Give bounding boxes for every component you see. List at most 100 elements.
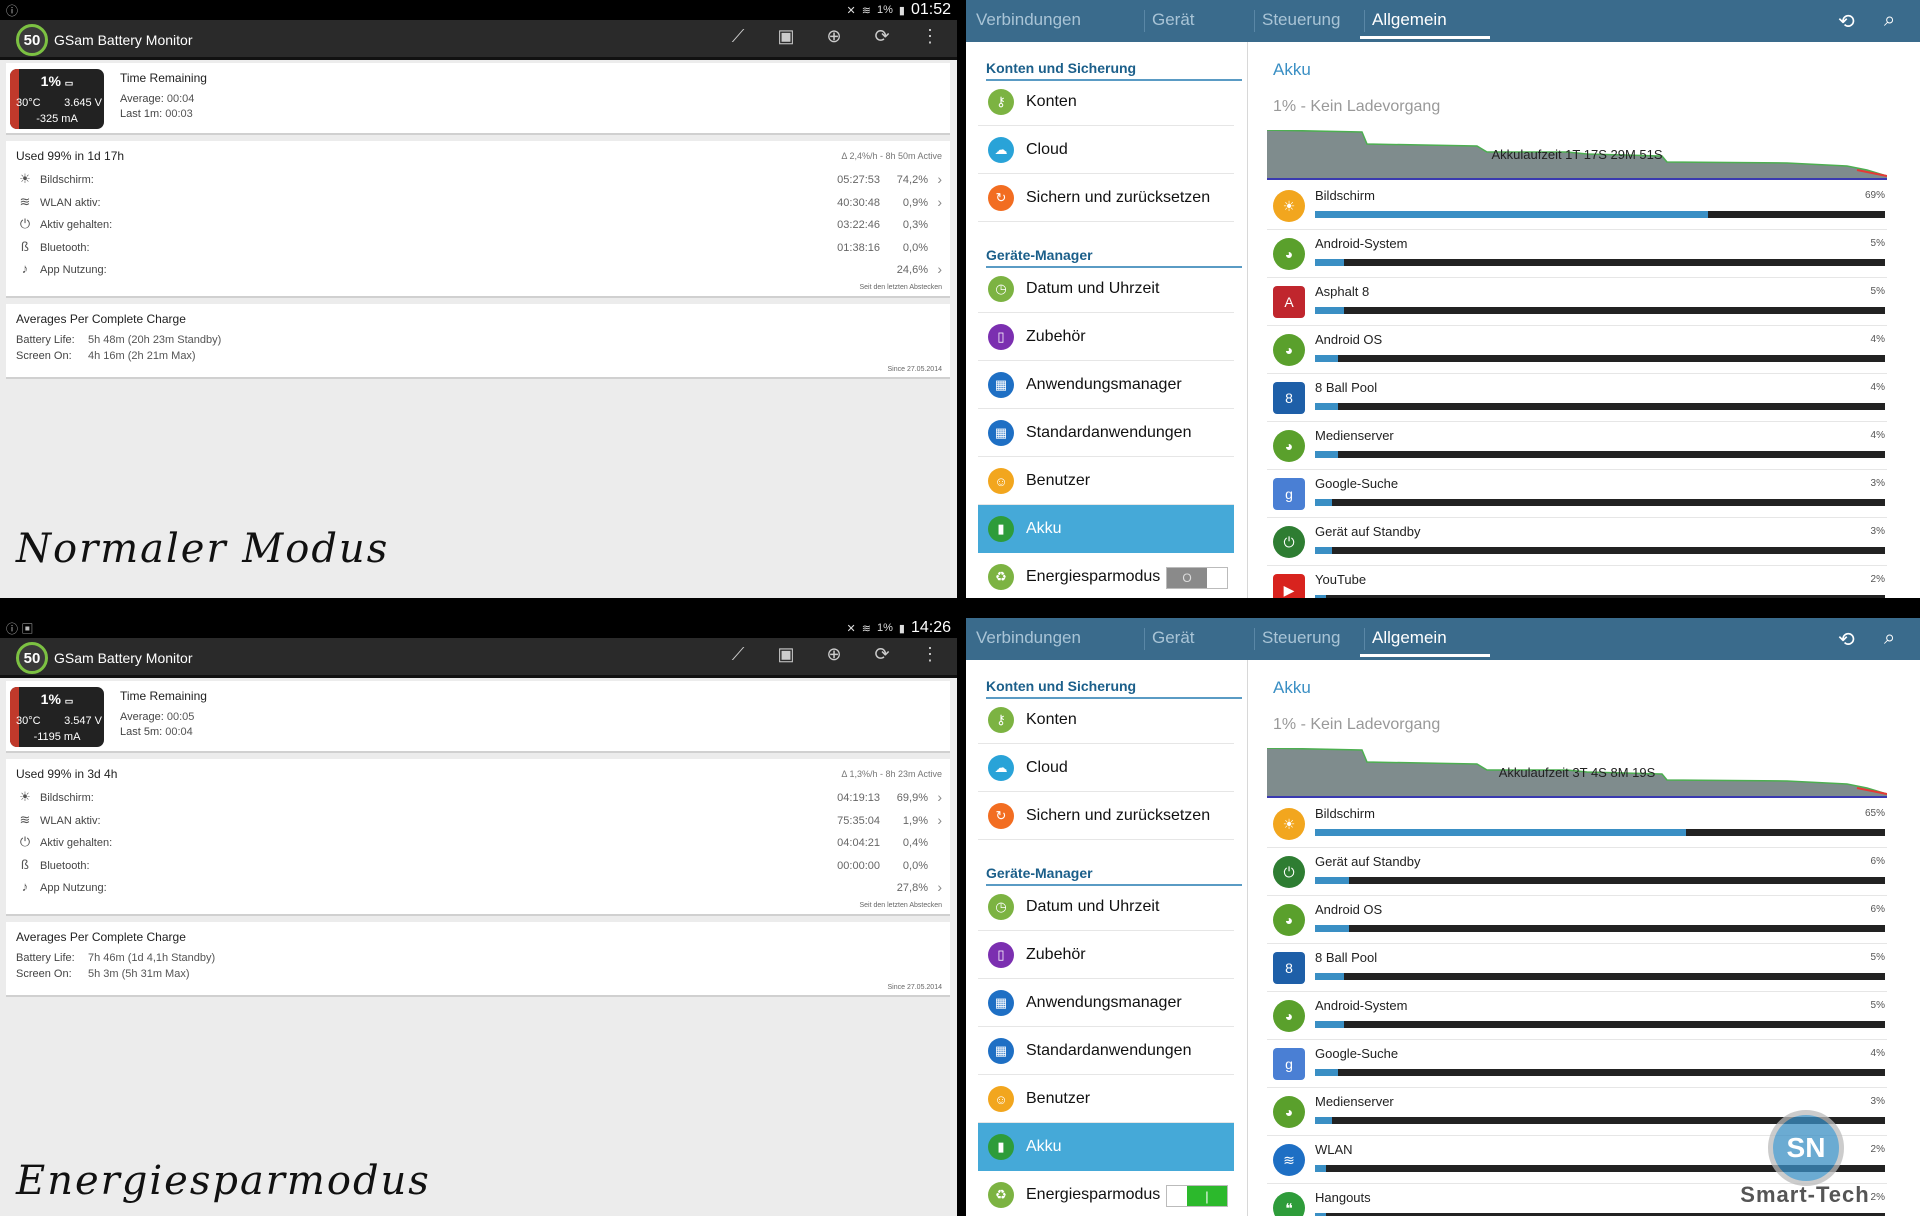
menu-item-cloud[interactable]: ☁ Cloud [978, 126, 1234, 174]
add-icon[interactable]: ⊕ [823, 644, 845, 665]
mode-label: Normaler Modus [16, 526, 390, 572]
energy-saving-toggle[interactable]: | [1166, 1185, 1228, 1207]
time-remaining-card[interactable]: 1% ▭ 30°C 3.547 V -1195 mA Time Remainin… [6, 681, 950, 753]
menu-item-standardanwendungen[interactable]: ▦ Standardanwendungen [978, 409, 1234, 457]
menu-item-sichern-und-zur-cksetzen[interactable]: ↻ Sichern und zurücksetzen [978, 792, 1234, 840]
app-usage-row[interactable]: ⏻ Gerät auf Standby 6% [1267, 848, 1887, 896]
chevron-right-icon[interactable]: › [937, 879, 942, 895]
toggle-knob: O [1167, 568, 1207, 588]
menu-item-benutzer[interactable]: ☺ Benutzer [978, 457, 1234, 505]
app-logo[interactable]: 50 [16, 24, 48, 56]
app-usage-row[interactable]: ◕ Medienserver 4% [1267, 422, 1887, 470]
menu-item-benutzer[interactable]: ☺ Benutzer [978, 1075, 1234, 1123]
refresh-icon[interactable]: ⟳ [871, 26, 893, 47]
usage-row[interactable]: ≋ WLAN aktiv: 40:30:48 0,9% › [14, 193, 944, 213]
app-usage-row[interactable]: ⏻ Gerät auf Standby 3% [1267, 518, 1887, 566]
menu-item-label: Konten [1026, 93, 1077, 110]
menu-item-datum-und-uhrzeit[interactable]: ◷ Datum und Uhrzeit [978, 883, 1234, 931]
app-usage-row[interactable]: ▶ YouTube 2% [1267, 566, 1887, 598]
tab-allgemein[interactable]: Allgemein [1372, 10, 1447, 30]
tab-steuerung[interactable]: Steuerung [1262, 10, 1340, 30]
menu-item-konten[interactable]: ⚷ Konten [978, 78, 1234, 126]
chevron-right-icon[interactable]: › [937, 194, 942, 210]
brush-icon[interactable]: ⟋ [727, 644, 749, 665]
menu-item-cloud[interactable]: ☁ Cloud [978, 744, 1234, 792]
menu-item-datum-und-uhrzeit[interactable]: ◷ Datum und Uhrzeit [978, 265, 1234, 313]
menu-item-energiesparmodus[interactable]: ♻ Energiesparmodus | [978, 1171, 1234, 1216]
tab-gert[interactable]: Gerät [1152, 10, 1195, 30]
image-icon[interactable]: ▣ [775, 644, 797, 665]
tab-allgemein[interactable]: Allgemein [1372, 628, 1447, 648]
menu-item-sichern-und-zur-cksetzen[interactable]: ↻ Sichern und zurücksetzen [978, 174, 1234, 222]
settings-app: Verbindungen Gerät Steuerung Allgemein ⟲ ⌕ … [966, 0, 1920, 598]
search-icon[interactable]: ⌕ [1884, 9, 1895, 32]
usage-label: WLAN aktiv: [40, 814, 101, 827]
graph-label: Akkulaufzeit 1T 17S 29M 51S [1491, 147, 1663, 162]
usage-row[interactable]: ≋ WLAN aktiv: 75:35:04 1,9% › [14, 811, 944, 831]
app-usage-row[interactable]: ◕ Android-System 5% [1267, 230, 1887, 278]
search-icon[interactable]: ⌕ [1884, 627, 1895, 650]
battery-life-value: 5h 48m (20h 23m Standby) [88, 334, 222, 346]
refresh-icon[interactable]: ⟳ [871, 644, 893, 665]
app-usage-row[interactable]: ◕ Android OS 4% [1267, 326, 1887, 374]
app-name: Medienserver [1315, 428, 1394, 443]
app-usage-row[interactable]: g Google-Suche 3% [1267, 470, 1887, 518]
detail-title: Akku [1273, 678, 1311, 697]
chevron-right-icon[interactable]: › [937, 812, 942, 828]
tab-separator [1254, 628, 1255, 650]
menu-item-anwendungsmanager[interactable]: ▦ Anwendungsmanager [978, 361, 1234, 409]
chevron-right-icon[interactable]: › [937, 789, 942, 805]
menu-item-anwendungsmanager[interactable]: ▦ Anwendungsmanager [978, 979, 1234, 1027]
usage-row[interactable]: ☀ Bildschirm: 04:19:13 69,9% › [14, 788, 944, 808]
menu-item-akku[interactable]: ▮ Akku [978, 505, 1234, 553]
add-icon[interactable]: ⊕ [823, 26, 845, 47]
app-usage-row[interactable]: g Google-Suche 4% [1267, 1040, 1887, 1088]
app-usage-row[interactable]: 8 8 Ball Pool 4% [1267, 374, 1887, 422]
since-date: Since 27.05.2014 [887, 984, 943, 991]
menu-item-standardanwendungen[interactable]: ▦ Standardanwendungen [978, 1027, 1234, 1075]
tab-gert[interactable]: Gerät [1152, 628, 1195, 648]
usage-row[interactable]: ☀ Bildschirm: 05:27:53 74,2% › [14, 170, 944, 190]
averages-card: Averages Per Complete Charge Battery Lif… [6, 922, 950, 997]
app-usage-row[interactable]: ☀ Bildschirm 65% [1267, 800, 1887, 848]
screen-on-key: Screen On: [16, 350, 72, 362]
time-remaining-title: Time Remaining [120, 689, 207, 703]
app-usage-row[interactable]: ◕ Android OS 6% [1267, 896, 1887, 944]
notification-icon: ⓘ [6, 4, 19, 18]
tab-verbindungen[interactable]: Verbindungen [976, 10, 1081, 30]
tab-steuerung[interactable]: Steuerung [1262, 628, 1340, 648]
refresh-settings-icon[interactable]: ⟲ [1838, 627, 1855, 652]
app-usage-row[interactable]: A Asphalt 8 5% [1267, 278, 1887, 326]
usage-bar-fill [1315, 1165, 1327, 1172]
brush-icon[interactable]: ⟋ [727, 26, 749, 47]
app-name: 8 Ball Pool [1315, 380, 1378, 395]
overflow-menu-icon[interactable]: ⋮ [919, 26, 941, 47]
refresh-settings-icon[interactable]: ⟲ [1838, 9, 1855, 34]
overflow-menu-icon[interactable]: ⋮ [919, 644, 941, 665]
menu-item-akku[interactable]: ▮ Akku [978, 1123, 1234, 1171]
app-usage-row[interactable]: 8 8 Ball Pool 5% [1267, 944, 1887, 992]
menu-item-konten[interactable]: ⚷ Konten [978, 696, 1234, 744]
usage-row[interactable]: ♪ App Nutzung: 27,8% › [14, 878, 944, 898]
usage-label: Aktiv gehalten: [40, 837, 113, 849]
8ball-icon: 8 [1273, 382, 1305, 414]
menu-item-label: Benutzer [1026, 472, 1091, 489]
energy-saving-toggle[interactable]: O [1166, 567, 1228, 589]
battery-small-icon: ▭ [64, 696, 74, 706]
menu-item-energiesparmodus[interactable]: ♻ Energiesparmodus O [978, 553, 1234, 598]
chevron-right-icon[interactable]: › [937, 261, 942, 277]
app-usage-row[interactable]: ☀ Bildschirm 69% [1267, 182, 1887, 230]
app-usage-icon: ♪ [21, 879, 29, 894]
menu-item-zubeh-r[interactable]: ▯ Zubehör [978, 313, 1234, 361]
tab-verbindungen[interactable]: Verbindungen [976, 628, 1081, 648]
youtube-icon: ▶ [1273, 574, 1305, 598]
app-usage-row[interactable]: ◕ Android-System 5% [1267, 992, 1887, 1040]
time-remaining-card[interactable]: 1% ▭ 30°C 3.645 V -325 mA Time Remaining… [6, 63, 950, 135]
chevron-right-icon[interactable]: › [937, 171, 942, 187]
battery-widget-percent: 1% [40, 691, 61, 707]
usage-time: 40:30:48 [837, 196, 880, 209]
usage-row[interactable]: ♪ App Nutzung: 24,6% › [14, 260, 944, 280]
image-icon[interactable]: ▣ [775, 26, 797, 47]
menu-item-zubeh-r[interactable]: ▯ Zubehör [978, 931, 1234, 979]
app-logo[interactable]: 50 [16, 642, 48, 674]
